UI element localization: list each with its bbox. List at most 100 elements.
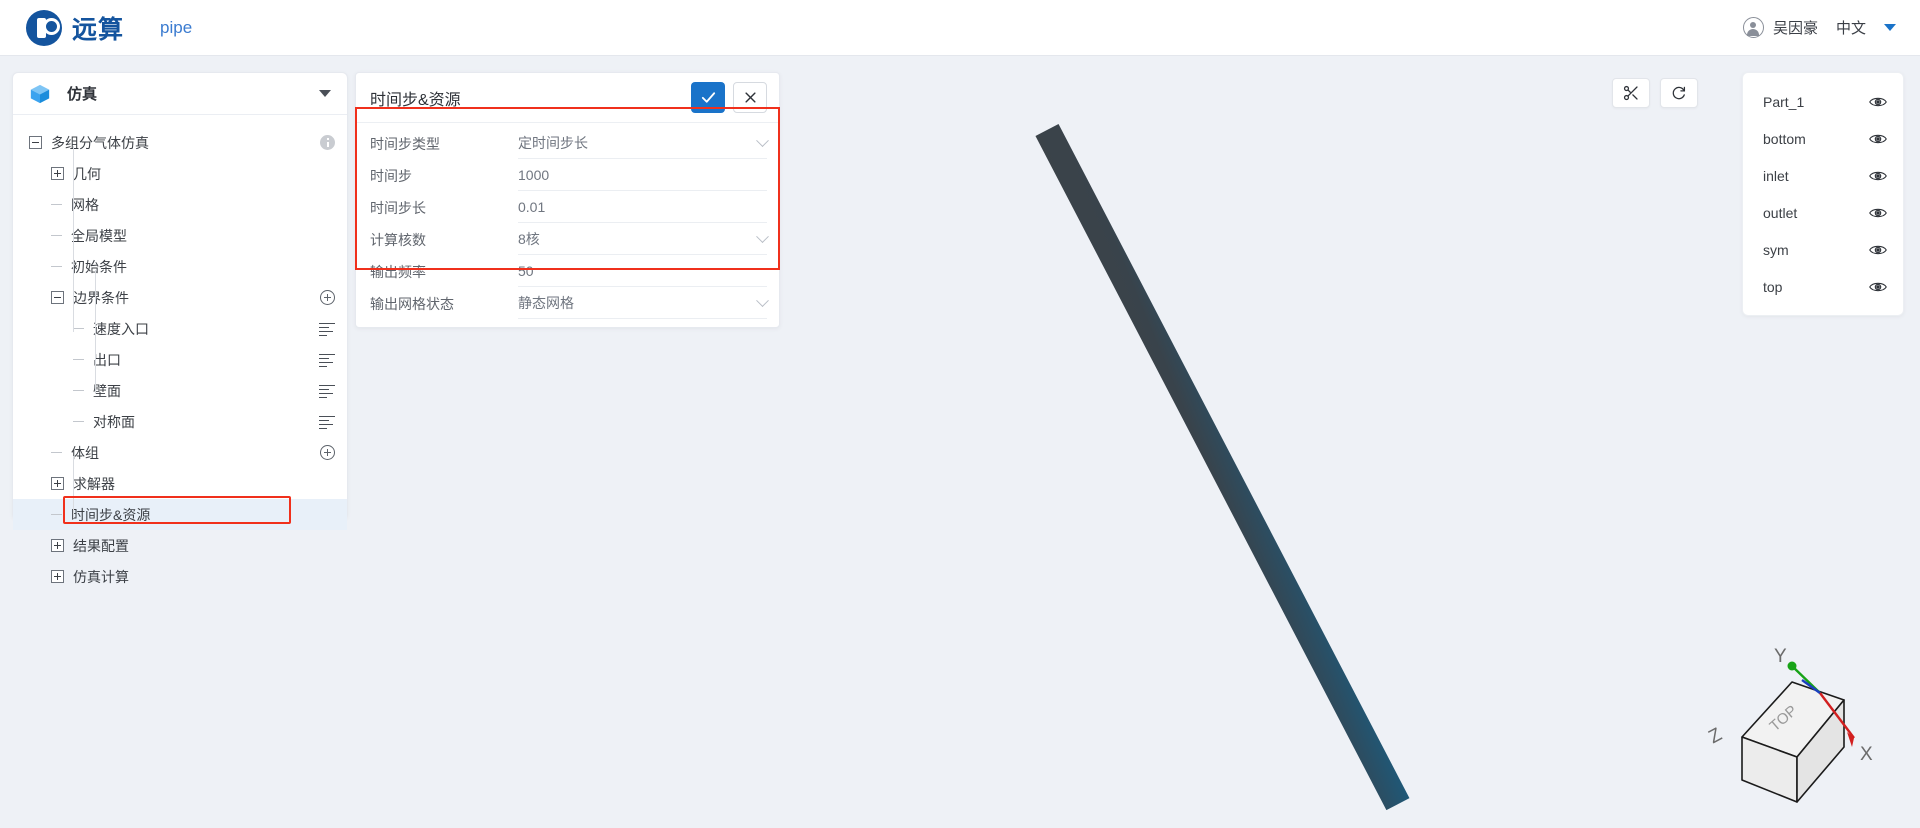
check-icon xyxy=(701,92,715,103)
language-label[interactable]: 中文 xyxy=(1836,17,1866,38)
tree-item-11[interactable]: 求解器 xyxy=(13,468,347,499)
field-value: 50 xyxy=(518,263,534,279)
part-item-outlet[interactable]: outlet xyxy=(1743,194,1903,231)
tree-item-1[interactable]: 几何 xyxy=(13,158,347,189)
simulation-tree-panel: 仿真 多组分气体仿真 几何 网格全局模型初始条件边界条件速度入口出口壁面对称面体组求… xyxy=(12,72,348,585)
tree-connector-line xyxy=(73,146,74,332)
top-bar: 远算 pipe 吴因豪 中文 xyxy=(0,0,1920,56)
tree-item-9[interactable]: 对称面 xyxy=(13,406,347,437)
field-select[interactable]: 定时间步长 xyxy=(518,128,769,159)
tree-item-0[interactable]: 多组分气体仿真 xyxy=(13,127,347,158)
field-select[interactable]: 8核 xyxy=(518,224,769,255)
collapse-icon[interactable] xyxy=(51,291,64,304)
tree-item-label: 对称面 xyxy=(93,413,135,430)
tree-branch-line xyxy=(73,390,84,391)
timestep-resource-panel: 时间步&资源 时间步类型 定时间步长 时间步 1000 时间步长 0.01 计算核数 8核 输出… xyxy=(355,72,780,328)
tree-item-label: 速度入口 xyxy=(93,320,149,337)
form-field-5: 输出网格状态 静态网格 xyxy=(356,288,779,319)
reset-view-button[interactable] xyxy=(1660,78,1698,108)
eye-icon[interactable] xyxy=(1869,133,1887,145)
chevron-down-icon[interactable] xyxy=(756,133,769,147)
part-item-Part_1[interactable]: Part_1 xyxy=(1743,83,1903,120)
field-input[interactable]: 0.01 xyxy=(518,192,767,223)
part-name: Part_1 xyxy=(1763,93,1805,110)
chevron-down-icon[interactable] xyxy=(756,293,769,307)
field-select[interactable]: 静态网格 xyxy=(518,288,769,319)
part-name: outlet xyxy=(1763,204,1798,221)
list-icon[interactable] xyxy=(319,353,335,368)
simulation-tree: 多组分气体仿真 几何 网格全局模型初始条件边界条件速度入口出口壁面对称面体组求解器时… xyxy=(13,115,347,592)
user-menu[interactable]: 吴因豪 xyxy=(1742,17,1818,38)
expand-icon[interactable] xyxy=(51,570,64,583)
tree-item-label: 出口 xyxy=(93,351,121,368)
form-field-3: 计算核数 8核 xyxy=(356,224,779,255)
eye-icon[interactable] xyxy=(1869,281,1887,293)
tree-item-10[interactable]: 体组 xyxy=(13,437,347,468)
field-label: 时间步 xyxy=(370,167,412,184)
user-circle-icon xyxy=(1742,17,1764,38)
eye-icon[interactable] xyxy=(1869,207,1887,219)
eye-icon[interactable] xyxy=(1869,96,1887,108)
axis-orientation-gizmo[interactable]: TOP Y X Z xyxy=(1702,642,1892,812)
tree-item-13[interactable]: 结果配置 xyxy=(13,530,347,561)
tree-branch-line xyxy=(73,421,84,422)
tree-item-8[interactable]: 壁面 xyxy=(13,375,347,406)
expand-icon[interactable] xyxy=(51,477,64,490)
tree-branch-line xyxy=(51,266,62,267)
part-item-sym[interactable]: sym xyxy=(1743,231,1903,268)
field-value: 定时间步长 xyxy=(518,135,588,151)
field-input[interactable]: 1000 xyxy=(518,160,767,191)
field-label: 输出网格状态 xyxy=(370,295,454,312)
form-field-2: 时间步长 0.01 xyxy=(356,192,779,223)
tree-branch-line xyxy=(73,359,84,360)
tree-item-3[interactable]: 全局模型 xyxy=(13,220,347,251)
part-item-bottom[interactable]: bottom xyxy=(1743,120,1903,157)
collapse-icon[interactable] xyxy=(29,136,42,149)
confirm-button[interactable] xyxy=(691,82,725,113)
tree-branch-line xyxy=(51,452,62,453)
parts-panel: Part_1bottom inlet outlet sym top xyxy=(1742,72,1904,316)
part-name: top xyxy=(1763,278,1783,295)
tree-item-5[interactable]: 边界条件 xyxy=(13,282,347,313)
tree-item-4[interactable]: 初始条件 xyxy=(13,251,347,282)
eye-icon[interactable] xyxy=(1869,244,1887,256)
user-name: 吴因豪 xyxy=(1772,20,1818,37)
expand-icon[interactable] xyxy=(51,167,64,180)
caret-down-icon[interactable] xyxy=(1884,24,1896,31)
tree-connector-line xyxy=(73,456,74,518)
plus-circle-icon[interactable] xyxy=(320,445,335,460)
tree-item-2[interactable]: 网格 xyxy=(13,189,347,220)
eye-icon[interactable] xyxy=(1869,170,1887,182)
form-panel-actions xyxy=(691,82,767,113)
tree-item-label: 体组 xyxy=(71,444,99,461)
part-item-top[interactable]: top xyxy=(1743,268,1903,305)
field-value: 0.01 xyxy=(518,199,546,215)
project-name[interactable]: pipe xyxy=(160,18,192,38)
chevron-down-icon[interactable] xyxy=(756,229,769,243)
part-name: sym xyxy=(1763,241,1789,258)
list-icon[interactable] xyxy=(319,415,335,430)
list-icon[interactable] xyxy=(319,384,335,399)
expand-icon[interactable] xyxy=(51,539,64,552)
caret-down-icon[interactable] xyxy=(319,90,331,97)
tree-item-label: 初始条件 xyxy=(71,258,127,275)
field-input[interactable]: 50 xyxy=(518,256,767,287)
tree-item-label: 全局模型 xyxy=(71,227,127,244)
tree-item-12[interactable]: 时间步&资源 xyxy=(13,499,347,530)
pipe-geometry[interactable] xyxy=(1035,123,1410,811)
tree-panel-title: 仿真 xyxy=(67,86,98,103)
cancel-button[interactable] xyxy=(733,82,767,113)
tree-item-label: 结果配置 xyxy=(73,537,129,554)
list-icon[interactable] xyxy=(319,322,335,337)
tree-item-7[interactable]: 出口 xyxy=(13,344,347,375)
clip-tool-button[interactable] xyxy=(1612,78,1650,108)
tree-item-label: 时间步&资源 xyxy=(71,506,151,523)
field-label: 输出频率 xyxy=(370,263,426,280)
plus-circle-icon[interactable] xyxy=(320,290,335,305)
tree-branch-line xyxy=(51,235,62,236)
tree-panel-header[interactable]: 仿真 xyxy=(13,73,347,115)
part-item-inlet[interactable]: inlet xyxy=(1743,157,1903,194)
brand[interactable]: 远算 xyxy=(26,9,124,46)
tree-item-14[interactable]: 仿真计算 xyxy=(13,561,347,592)
tree-item-6[interactable]: 速度入口 xyxy=(13,313,347,344)
